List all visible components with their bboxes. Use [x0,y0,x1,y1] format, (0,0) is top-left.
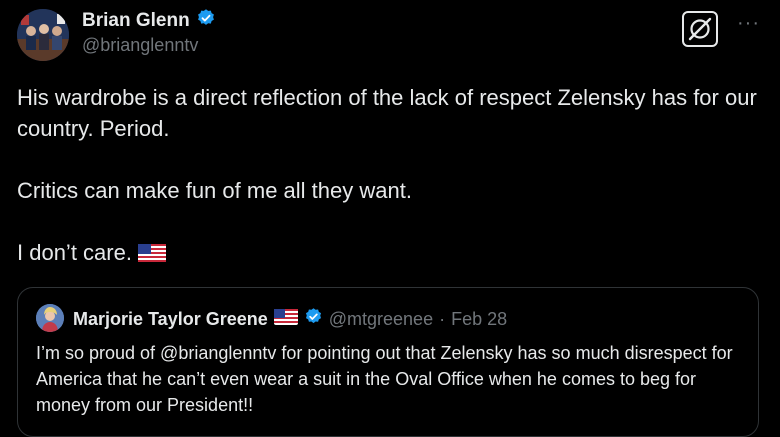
verified-badge-icon [196,8,216,33]
quoted-display-name[interactable]: Marjorie Taylor Greene [73,309,268,330]
author-display-name[interactable]: Brian Glenn [82,10,190,32]
more-icon: ··· [737,12,760,34]
quoted-text: I’m so proud of @brianglenntv for pointi… [36,343,733,415]
us-flag-icon [138,239,167,270]
verified-badge-icon [304,307,323,331]
more-options-button[interactable]: ··· [737,12,760,35]
quoted-tweet-card[interactable]: Marjorie Taylor Greene @mtgreenee · Feb … [17,287,759,437]
quoted-date[interactable]: Feb 28 [451,309,507,330]
us-flag-icon [273,308,298,330]
grok-icon [688,17,712,41]
quoted-avatar[interactable] [36,304,64,332]
author-handle[interactable]: @brianglenntv [82,35,198,56]
separator-dot: · [439,308,446,329]
grok-button[interactable] [682,11,718,47]
tweet-body: His wardrobe is a direct reflection of t… [17,82,762,270]
quoted-handle[interactable]: @mtgreenee [329,309,433,330]
avatar[interactable] [17,9,69,61]
tweet-text: His wardrobe is a direct reflection of t… [17,85,757,265]
